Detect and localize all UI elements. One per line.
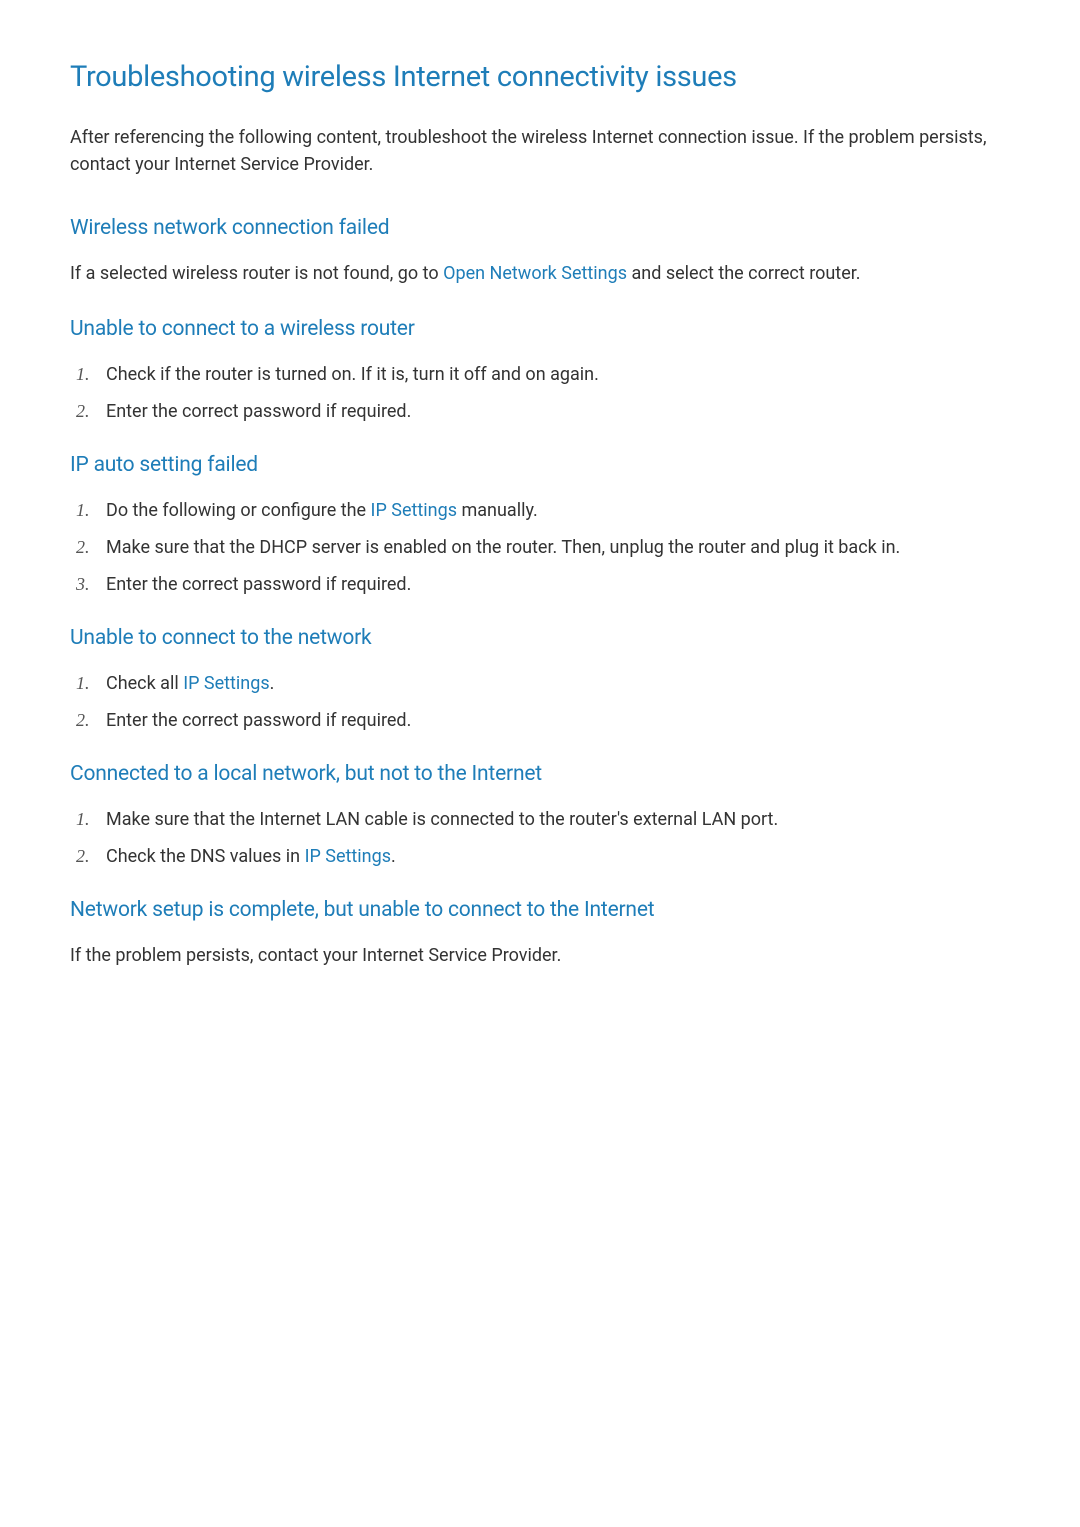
list-item: Enter the correct password if required. <box>70 571 1010 598</box>
text-segment: If a selected wireless router is not fou… <box>70 263 443 284</box>
list-item: Do the following or configure the IP Set… <box>70 497 1010 524</box>
text-setup-complete-no-internet: If the problem persists, contact your In… <box>70 942 1010 969</box>
list-item: Enter the correct password if required. <box>70 398 1010 425</box>
text-segment: . <box>270 673 275 694</box>
heading-ip-auto-failed: IP auto setting failed <box>70 453 1010 477</box>
link-ip-settings[interactable]: IP Settings <box>183 673 269 694</box>
main-title: Troubleshooting wireless Internet connec… <box>70 60 1010 94</box>
text-segment: Check the DNS values in <box>106 846 305 867</box>
link-open-network-settings[interactable]: Open Network Settings <box>443 263 627 284</box>
heading-unable-connect-network: Unable to connect to the network <box>70 626 1010 650</box>
list-item: Enter the correct password if required. <box>70 707 1010 734</box>
link-ip-settings[interactable]: IP Settings <box>305 846 391 867</box>
list-connected-local-not-internet: Make sure that the Internet LAN cable is… <box>70 806 1010 870</box>
heading-connected-local-not-internet: Connected to a local network, but not to… <box>70 762 1010 786</box>
list-item: Make sure that the DHCP server is enable… <box>70 534 1010 561</box>
heading-unable-connect-router: Unable to connect to a wireless router <box>70 317 1010 341</box>
text-segment: and select the correct router. <box>627 263 861 284</box>
list-item: Check the DNS values in IP Settings. <box>70 843 1010 870</box>
text-wireless-failed: If a selected wireless router is not fou… <box>70 260 1010 287</box>
list-unable-connect-network: Check all IP Settings. Enter the correct… <box>70 670 1010 734</box>
list-item: Make sure that the Internet LAN cable is… <box>70 806 1010 833</box>
list-ip-auto-failed: Do the following or configure the IP Set… <box>70 497 1010 598</box>
list-item: Check if the router is turned on. If it … <box>70 361 1010 388</box>
text-segment: Check all <box>106 673 183 694</box>
link-ip-settings[interactable]: IP Settings <box>371 500 457 521</box>
list-item: Check all IP Settings. <box>70 670 1010 697</box>
text-segment: manually. <box>457 500 538 521</box>
heading-wireless-failed: Wireless network connection failed <box>70 216 1010 240</box>
text-segment: . <box>391 846 396 867</box>
intro-paragraph: After referencing the following content,… <box>70 124 1010 178</box>
heading-setup-complete-no-internet: Network setup is complete, but unable to… <box>70 898 1010 922</box>
text-segment: Do the following or configure the <box>106 500 371 521</box>
list-unable-connect-router: Check if the router is turned on. If it … <box>70 361 1010 425</box>
